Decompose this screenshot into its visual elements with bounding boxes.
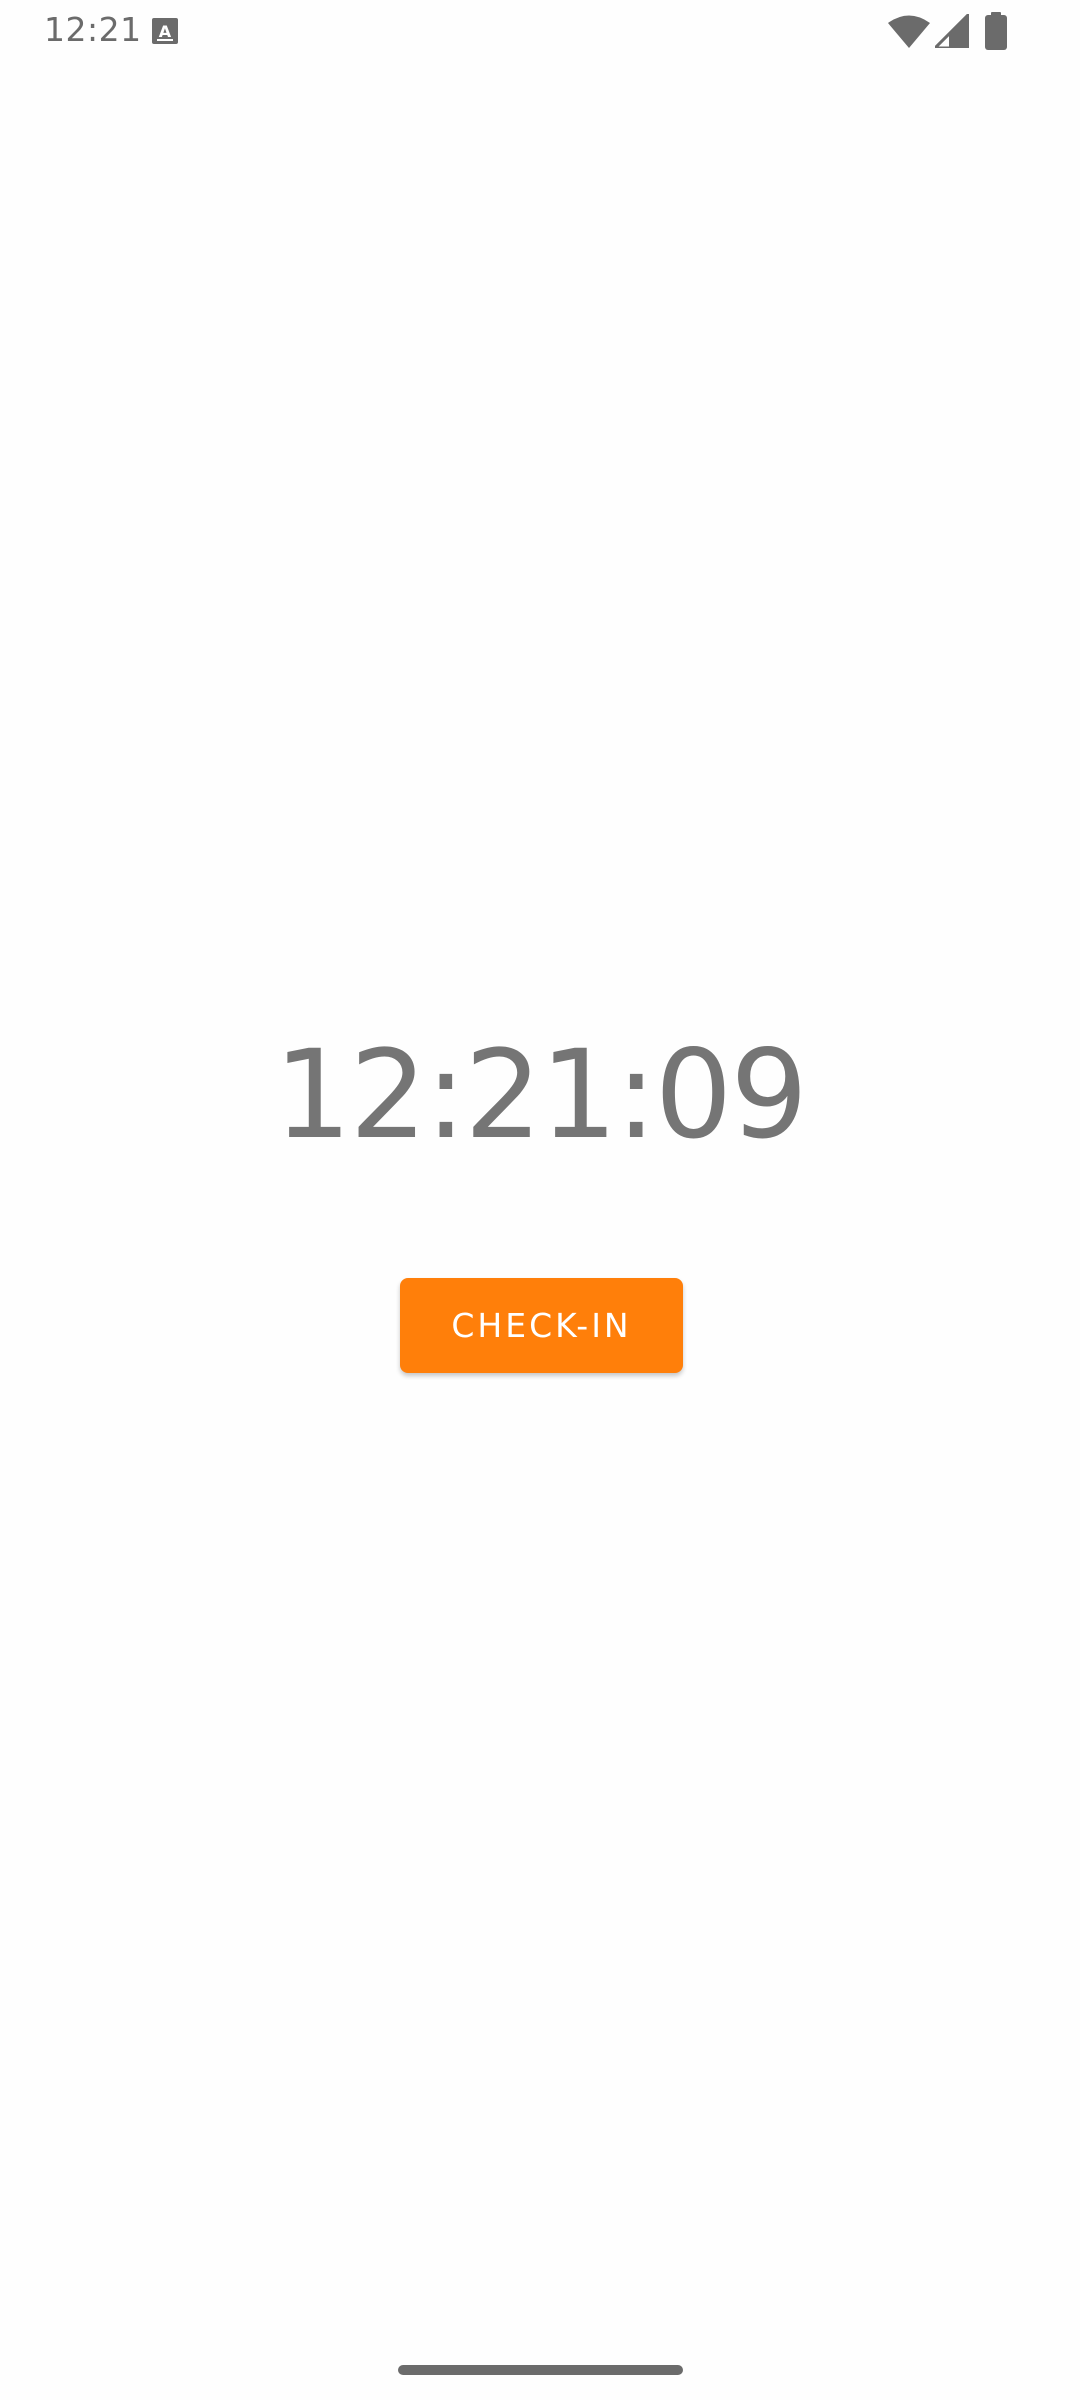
home-indicator[interactable]	[398, 2365, 683, 2375]
clock-display: 12:21:09	[274, 1024, 808, 1166]
status-bar: 12:21 A	[0, 0, 1080, 64]
status-time: 12:21	[44, 10, 142, 49]
check-in-button[interactable]: CHECK-IN	[400, 1278, 683, 1373]
battery-icon	[985, 12, 1007, 50]
cell-signal-icon	[935, 14, 969, 48]
svg-text:A: A	[159, 22, 172, 41]
text-notification-icon: A	[152, 18, 178, 44]
wifi-icon	[888, 15, 930, 48]
